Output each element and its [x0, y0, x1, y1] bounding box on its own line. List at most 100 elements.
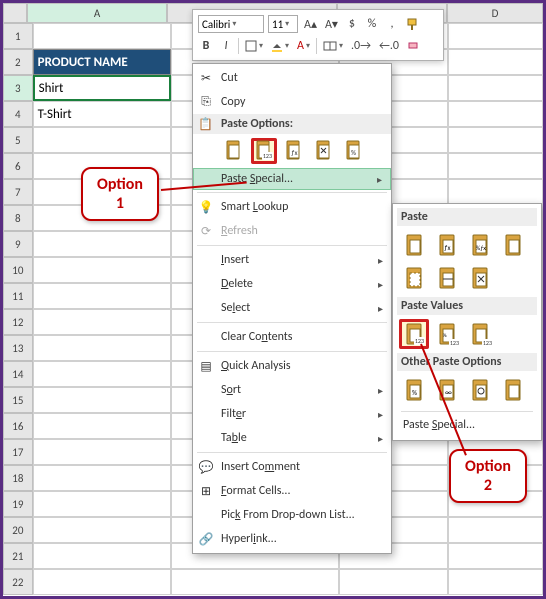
font-name-select[interactable]: Calibri: [198, 15, 264, 33]
font-size-select[interactable]: 11: [268, 15, 298, 33]
fill-color-button[interactable]: [269, 37, 291, 55]
row-header-14[interactable]: 14: [3, 361, 33, 387]
font-color-button[interactable]: A: [295, 37, 312, 55]
cell-D21[interactable]: [448, 543, 543, 569]
sub-paste-transpose-icon[interactable]: [465, 263, 495, 293]
paste-formulas-icon[interactable]: ƒx: [281, 138, 307, 164]
clear-format-icon[interactable]: [405, 37, 423, 55]
row-header-21[interactable]: 21: [3, 543, 33, 569]
paste-transpose-icon[interactable]: [311, 138, 337, 164]
row-header-18[interactable]: 18: [3, 465, 33, 491]
row-header-9[interactable]: 9: [3, 231, 33, 257]
cell-A17[interactable]: [33, 439, 171, 465]
cell-A19[interactable]: [33, 491, 171, 517]
menu-paste-special[interactable]: Paste Special...▸: [193, 168, 391, 190]
cell-A21[interactable]: [33, 543, 171, 569]
menu-quick-analysis[interactable]: ▤ Quick Analysis: [193, 354, 391, 378]
row-header-19[interactable]: 19: [3, 491, 33, 517]
row-header-4[interactable]: 4: [3, 101, 33, 127]
menu-smart-lookup[interactable]: 💡 Smart Lookup: [193, 195, 391, 219]
cell-A9[interactable]: [33, 231, 171, 257]
cell-D1[interactable]: [448, 23, 543, 49]
cell-A5[interactable]: [33, 127, 171, 153]
cell-A16[interactable]: [33, 413, 171, 439]
sub-paste-all-icon[interactable]: [399, 230, 429, 260]
row-header-5[interactable]: 5: [3, 127, 33, 153]
row-header-2[interactable]: 2: [3, 49, 33, 75]
cell-A11[interactable]: [33, 283, 171, 309]
cell-D6[interactable]: [448, 153, 543, 179]
bold-button[interactable]: B: [198, 37, 214, 55]
sub-paste-values-num-icon[interactable]: %123: [432, 319, 462, 349]
decrease-font-button[interactable]: A▾: [323, 15, 340, 33]
merge-center-button[interactable]: [321, 37, 345, 55]
cell-A13[interactable]: [33, 335, 171, 361]
decrease-decimal-button[interactable]: ←.0: [377, 37, 401, 55]
cell-A12[interactable]: [33, 309, 171, 335]
cell-D20[interactable]: [448, 517, 543, 543]
cell-A10[interactable]: [33, 257, 171, 283]
increase-font-button[interactable]: A▴: [302, 15, 319, 33]
paste-values-icon[interactable]: 123: [251, 138, 277, 164]
paste-all-icon[interactable]: [221, 138, 247, 164]
sub-paste-keep-width-icon[interactable]: [432, 263, 462, 293]
menu-delete[interactable]: Delete▸: [193, 272, 391, 296]
row-header-12[interactable]: 12: [3, 309, 33, 335]
row-header-22[interactable]: 22: [3, 569, 33, 595]
row-header-11[interactable]: 11: [3, 283, 33, 309]
cell-A22[interactable]: [33, 569, 171, 595]
row-header-15[interactable]: 15: [3, 387, 33, 413]
menu-format-cells[interactable]: ⊞ Format Cells...: [193, 479, 391, 503]
sub-paste-formatting-icon[interactable]: %: [399, 375, 429, 405]
submenu-paste-special-link[interactable]: Paste Special...: [397, 414, 537, 436]
sub-paste-picture-icon[interactable]: [465, 375, 495, 405]
comma-format-button[interactable]: ,: [384, 15, 400, 33]
cell-D5[interactable]: [448, 127, 543, 153]
row-header-7[interactable]: 7: [3, 179, 33, 205]
sub-paste-linked-picture-icon[interactable]: [498, 375, 528, 405]
menu-clear-contents[interactable]: Clear Contents: [193, 325, 391, 349]
cell-A2-product-name[interactable]: PRODUCT NAME: [33, 49, 171, 75]
row-header-13[interactable]: 13: [3, 335, 33, 361]
menu-sort[interactable]: Sort▸: [193, 378, 391, 402]
menu-hyperlink[interactable]: 🔗 Hyperlink...: [193, 527, 391, 551]
row-header-17[interactable]: 17: [3, 439, 33, 465]
borders-button[interactable]: [243, 37, 265, 55]
italic-button[interactable]: I: [218, 37, 234, 55]
cell-A14[interactable]: [33, 361, 171, 387]
cell-D4[interactable]: [448, 101, 543, 127]
percent-format-button[interactable]: %: [364, 15, 380, 33]
select-all-corner[interactable]: [3, 3, 27, 23]
cell-D7[interactable]: [448, 179, 543, 205]
sub-paste-keep-source-icon[interactable]: [498, 230, 528, 260]
row-header-8[interactable]: 8: [3, 205, 33, 231]
sub-paste-no-borders-icon[interactable]: [399, 263, 429, 293]
increase-decimal-button[interactable]: .0→: [349, 37, 373, 55]
paste-formatting-icon[interactable]: %: [341, 138, 367, 164]
cell-C22[interactable]: [339, 569, 448, 595]
sub-paste-formulas-icon[interactable]: ƒx: [432, 230, 462, 260]
row-header-6[interactable]: 6: [3, 153, 33, 179]
menu-filter[interactable]: Filter▸: [193, 402, 391, 426]
cell-D22[interactable]: [448, 569, 543, 595]
sub-paste-values-icon[interactable]: 123: [399, 319, 429, 349]
cell-A1[interactable]: [33, 23, 171, 49]
col-header-D[interactable]: D: [447, 3, 543, 23]
sub-paste-values-source-icon[interactable]: 123: [465, 319, 495, 349]
cell-A15[interactable]: [33, 387, 171, 413]
cell-A20[interactable]: [33, 517, 171, 543]
row-header-20[interactable]: 20: [3, 517, 33, 543]
row-header-1[interactable]: 1: [3, 23, 33, 49]
menu-table[interactable]: Table▸: [193, 426, 391, 450]
menu-copy[interactable]: ⎘ Copy: [193, 90, 391, 114]
sub-paste-formulas-num-icon[interactable]: %ƒx: [465, 230, 495, 260]
format-painter-icon[interactable]: [404, 15, 422, 33]
col-header-A[interactable]: A: [27, 3, 167, 23]
menu-insert[interactable]: Insert▸: [193, 248, 391, 272]
accounting-format-button[interactable]: $: [344, 15, 360, 33]
menu-cut[interactable]: ✂ Cut: [193, 66, 391, 90]
cell-D3[interactable]: [448, 75, 543, 101]
menu-insert-comment[interactable]: 💬 Insert Comment: [193, 455, 391, 479]
cell-A4[interactable]: T-Shirt: [33, 101, 171, 127]
menu-select[interactable]: Select▸: [193, 296, 391, 320]
